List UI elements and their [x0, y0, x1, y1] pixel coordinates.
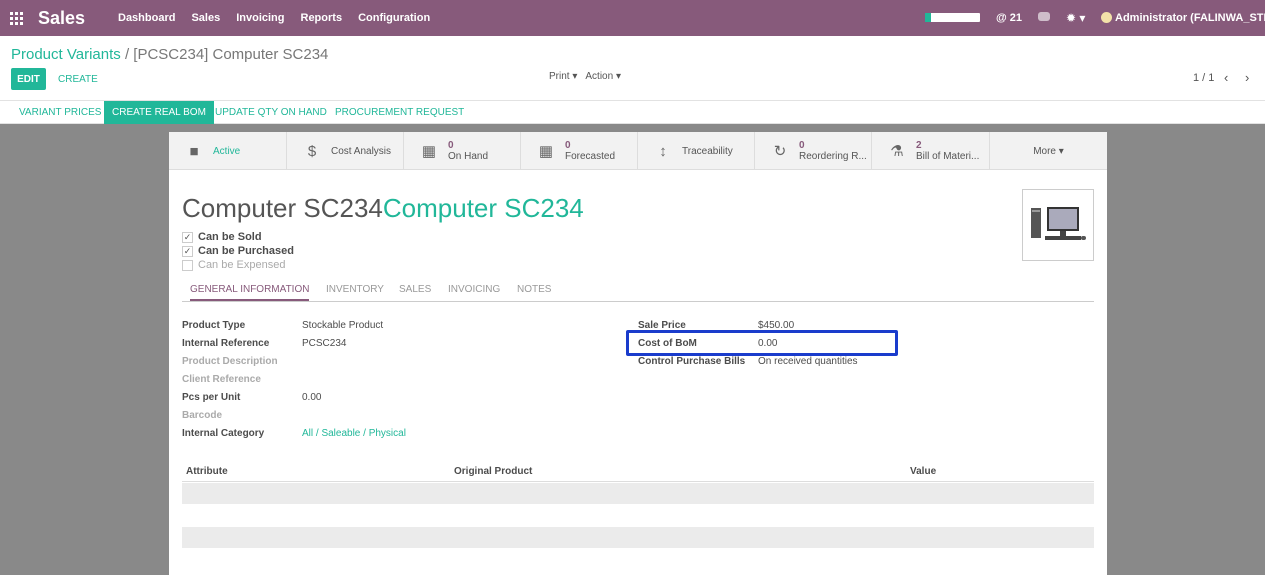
can-be-sold-checkbox[interactable]: ✓ Can be Sold: [182, 230, 294, 244]
onboarding-progress-bar[interactable]: [925, 13, 980, 22]
building-icon: ▦: [421, 143, 437, 160]
computer-icon: [1031, 207, 1086, 240]
user-name: Administrator (FALINWA_STD): [1115, 12, 1265, 24]
menu-reports[interactable]: Reports: [301, 12, 343, 24]
pcs-per-unit-value: 0.00: [302, 392, 322, 403]
menu-configuration[interactable]: Configuration: [358, 12, 430, 24]
print-dropdown[interactable]: Print ▾: [549, 71, 577, 82]
internal-reference-value: PCSC234: [302, 338, 347, 349]
column-attribute: Attribute: [186, 466, 228, 477]
tab-sales[interactable]: SALES: [399, 284, 431, 295]
arrows-vertical-icon: ↕: [659, 142, 667, 160]
can-be-purchased-checkbox[interactable]: ✓ Can be Purchased: [182, 244, 294, 258]
top-navbar: Sales Dashboard Sales Invoicing Reports …: [0, 0, 1265, 36]
product-type-value: Stockable Product: [302, 320, 384, 331]
flask-icon: ⚗: [890, 143, 904, 160]
chat-icon[interactable]: [1038, 12, 1050, 21]
apps-grid-icon[interactable]: [10, 12, 24, 25]
menu-invoicing[interactable]: Invoicing: [236, 12, 284, 24]
progress-fill: [925, 13, 931, 22]
more-button[interactable]: More ▾: [990, 132, 1107, 170]
table-row: [182, 483, 1094, 504]
smart-button-box: ■ Active $ Cost Analysis ▦ 0 On Hand ▦ 0F…: [169, 132, 1107, 170]
user-menu[interactable]: Administrator (FALINWA_STD): [1101, 12, 1265, 24]
product-title: Computer SC234Computer SC234: [182, 193, 584, 224]
create-real-bom-button[interactable]: CREATE REAL BOM: [104, 101, 214, 124]
internal-reference-label: Internal Reference: [182, 338, 270, 349]
internal-category-label: Internal Category: [182, 428, 265, 439]
product-image[interactable]: [1022, 189, 1094, 261]
internal-category-link[interactable]: All / Saleable / Physical: [302, 428, 406, 439]
archive-icon: ■: [189, 142, 199, 160]
on-hand-button[interactable]: ▦ 0 On Hand: [404, 132, 521, 170]
tab-inventory[interactable]: INVENTORY: [326, 284, 384, 295]
cost-analysis-button[interactable]: $ Cost Analysis: [287, 132, 404, 170]
client-reference-label: Client Reference: [182, 374, 261, 385]
active-toggle-button[interactable]: ■ Active: [169, 132, 287, 170]
avatar: [1101, 12, 1112, 23]
column-original-product: Original Product: [454, 466, 533, 477]
product-type-label: Product Type: [182, 320, 246, 331]
action-dropdown[interactable]: Action ▾: [585, 71, 621, 82]
pager-value: 1 / 1: [1193, 72, 1215, 84]
breadcrumb-separator: /: [124, 46, 130, 63]
dollar-icon: $: [307, 142, 317, 160]
bill-of-materials-button[interactable]: ⚗ 2 Bill of Materi...: [872, 132, 990, 170]
sidebar-dropdowns: Print ▾ Action ▾: [549, 71, 621, 82]
variant-name: Computer SC234: [382, 193, 584, 223]
reordering-rules-button[interactable]: ↻ 0 Reordering R...: [755, 132, 872, 170]
tab-notes[interactable]: NOTES: [517, 284, 551, 295]
edit-button[interactable]: EDIT: [11, 68, 46, 90]
debug-icon[interactable]: ✹ ▾: [1066, 11, 1085, 25]
traceability-button[interactable]: ↕ Traceability: [638, 132, 755, 170]
attribute-table-header: Attribute Original Product Value: [182, 462, 1094, 482]
procurement-request-button[interactable]: PROCUREMENT REQUEST: [335, 101, 464, 124]
pager-next-icon[interactable]: ›: [1245, 70, 1249, 85]
barcode-label: Barcode: [182, 410, 223, 421]
refresh-icon: ↻: [773, 143, 787, 160]
product-description-label: Product Description: [182, 356, 278, 367]
product-options: ✓ Can be Sold ✓ Can be Purchased Can be Ex…: [182, 230, 294, 272]
menu-sales[interactable]: Sales: [191, 12, 220, 24]
tab-invoicing[interactable]: INVOICING: [448, 284, 500, 295]
tab-general-information[interactable]: GENERAL INFORMATION: [190, 284, 310, 301]
variant-prices-button[interactable]: VARIANT PRICES: [19, 101, 101, 124]
pcs-per-unit-label: Pcs per Unit: [182, 392, 241, 403]
control-purchase-bills-label: Control Purchase Bills: [638, 356, 746, 367]
pager-previous-icon[interactable]: ‹: [1224, 70, 1228, 85]
breadcrumb: Product Variants / [PCSC234] Computer SC…: [11, 46, 328, 63]
notifications-counter[interactable]: @ 21: [996, 12, 1022, 24]
main-menu: Dashboard Sales Invoicing Reports Config…: [118, 12, 430, 24]
column-value: Value: [910, 466, 937, 477]
control-purchase-bills-value: On received quantities: [758, 356, 858, 367]
update-qty-button[interactable]: UPDATE QTY ON HAND: [215, 101, 327, 124]
building-icon: ▦: [538, 143, 554, 160]
breadcrumb-parent[interactable]: Product Variants: [11, 46, 121, 63]
breadcrumb-current: [PCSC234] Computer SC234: [133, 46, 329, 63]
app-brand: Sales: [38, 8, 86, 28]
menu-dashboard[interactable]: Dashboard: [118, 12, 175, 24]
highlight-annotation: [626, 330, 898, 356]
create-button[interactable]: CREATE: [58, 74, 98, 85]
can-be-expensed-checkbox[interactable]: Can be Expensed: [182, 258, 294, 272]
product-name: Computer SC234: [182, 193, 383, 223]
notebook-tabs: GENERAL INFORMATION INVENTORY SALES INVO…: [182, 280, 1094, 302]
table-row: [182, 527, 1094, 548]
form-header: VARIANT PRICES CREATE REAL BOM UPDATE QT…: [0, 100, 1265, 124]
forecasted-button[interactable]: ▦ 0 Forecasted: [521, 132, 638, 170]
